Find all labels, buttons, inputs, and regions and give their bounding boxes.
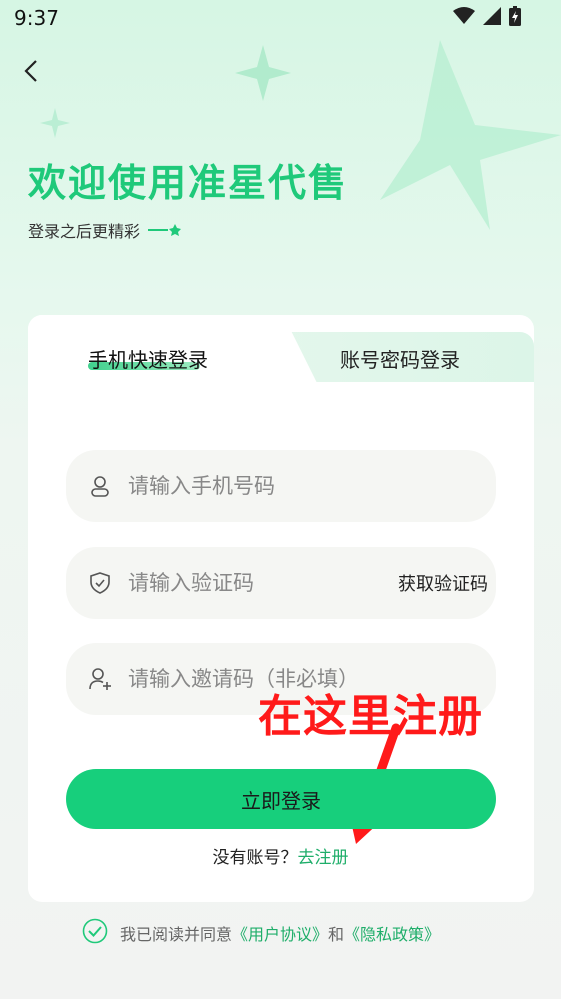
tab-phone-login[interactable]: 手机快速登录 [88, 344, 208, 373]
user-icon [88, 474, 112, 498]
decorative-star-medium [235, 45, 291, 101]
phone-input[interactable] [126, 473, 496, 499]
subtitle-star-icon [148, 223, 182, 237]
shield-icon [88, 571, 112, 595]
check-circle-icon [82, 918, 108, 944]
user-agreement-link[interactable]: 《用户协议》 [232, 925, 328, 944]
signal-icon [483, 7, 501, 25]
code-input[interactable] [126, 570, 398, 596]
agreement-and: 和 [328, 925, 345, 944]
page-title: 欢迎使用准星代售 [28, 161, 349, 205]
get-code-button[interactable]: 获取验证码 [398, 570, 488, 596]
wifi-icon [453, 7, 475, 24]
register-row: 没有账号？去注册 [0, 843, 561, 868]
agreement-row: 我已阅读并同意《用户协议》和《隐私政策》 [82, 918, 440, 948]
battery-charging-icon [509, 6, 521, 26]
subtitle-text: 登录之后更精彩 [28, 222, 141, 241]
add-user-icon [88, 667, 112, 691]
privacy-policy-link[interactable]: 《隐私政策》 [344, 925, 440, 944]
code-field[interactable]: 获取验证码 [66, 547, 496, 619]
tab-account-login[interactable]: 账号密码登录 [340, 344, 460, 373]
register-link[interactable]: 去注册 [298, 848, 349, 868]
back-button[interactable] [16, 56, 46, 86]
decorative-star-large [380, 40, 561, 230]
agreement-prefix: 我已阅读并同意 [120, 925, 233, 944]
phone-field[interactable] [66, 450, 496, 522]
agreement-checkbox[interactable] [82, 918, 108, 948]
login-button[interactable]: 立即登录 [66, 769, 496, 829]
chevron-left-icon [24, 60, 37, 82]
register-prompt: 没有账号？ [212, 848, 298, 868]
status-icons [453, 6, 521, 26]
decorative-star-small [40, 108, 70, 138]
page-subtitle: 登录之后更精彩 [28, 218, 182, 242]
status-time: 9:37 [14, 6, 59, 30]
